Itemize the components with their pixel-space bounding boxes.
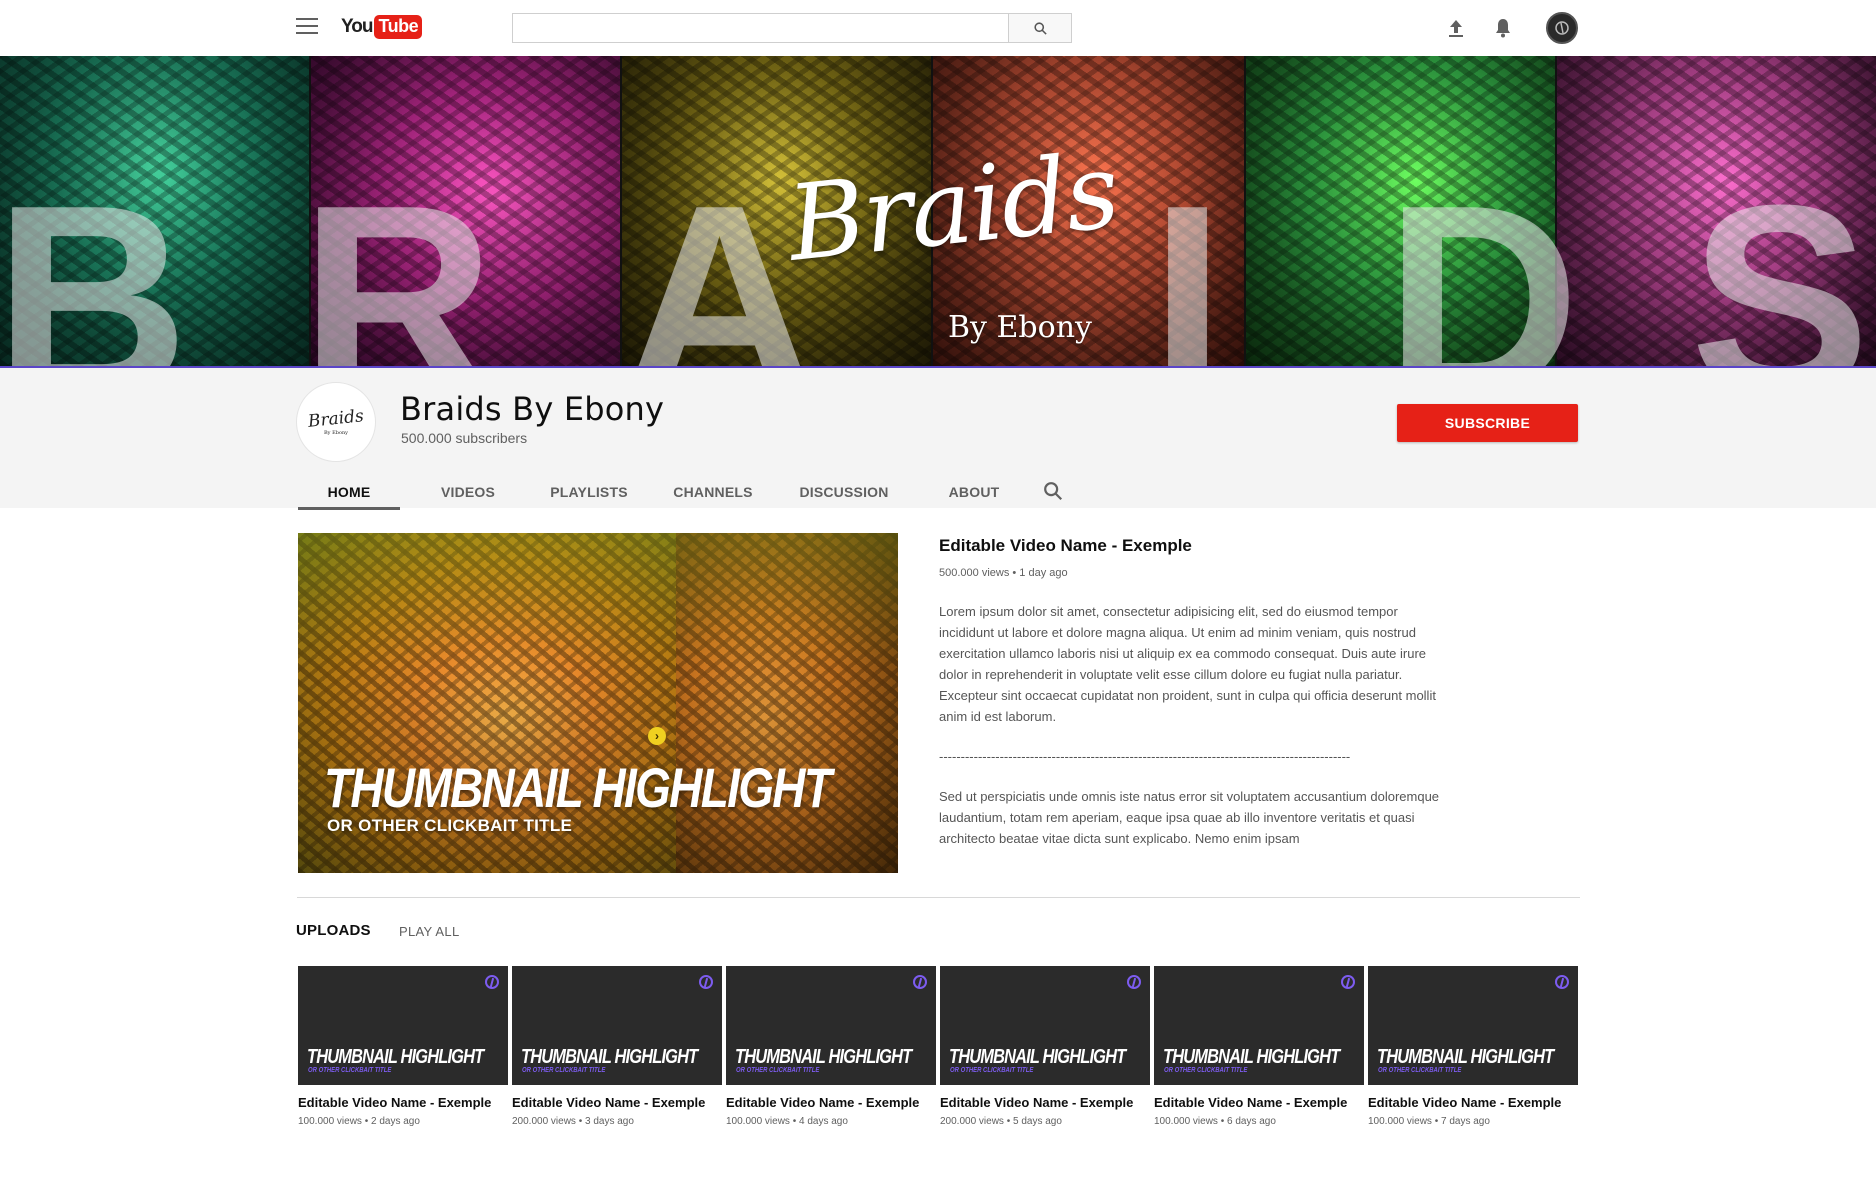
upload-icon[interactable] (1444, 16, 1468, 40)
video-thumbnail[interactable]: THUMBNAIL HIGHLIGHT OR OTHER CLICKBAIT T… (1154, 966, 1364, 1085)
thumbnail-subheadline: OR OTHER CLICKBAIT TITLE (736, 1067, 820, 1074)
video-card[interactable]: THUMBNAIL HIGHLIGHT OR OTHER CLICKBAIT T… (1368, 966, 1578, 1127)
featured-thumb-headline: THUMBNAIL HIGHLIGHT (324, 756, 832, 819)
video-meta: 200.000 views • 3 days ago (512, 1116, 634, 1127)
banner-letter: I (1150, 150, 1226, 367)
search-icon (1033, 21, 1047, 35)
search-button[interactable] (1008, 13, 1072, 43)
featured-video-description: Lorem ipsum dolor sit amet, consectetur … (939, 604, 1436, 724)
video-title[interactable]: Editable Video Name - Exemple (512, 1095, 722, 1110)
featured-thumb-subheadline: OR OTHER CLICKBAIT TITLE (327, 816, 573, 835)
video-thumbnail[interactable]: THUMBNAIL HIGHLIGHT OR OTHER CLICKBAIT T… (1368, 966, 1578, 1085)
video-title[interactable]: Editable Video Name - Exemple (726, 1095, 936, 1110)
featured-video-description-2: Sed ut perspiciatis unde omnis iste natu… (939, 789, 1440, 846)
account-avatar[interactable] (1546, 12, 1578, 44)
banner-letter: R (300, 150, 495, 367)
thumbnail-subheadline: OR OTHER CLICKBAIT TITLE (1378, 1067, 1462, 1074)
banner-letter: B (0, 150, 189, 367)
video-meta: 200.000 views • 5 days ago (940, 1116, 1062, 1127)
video-thumbnail[interactable]: THUMBNAIL HIGHLIGHT OR OTHER CLICKBAIT T… (726, 966, 936, 1085)
video-meta: 100.000 views • 4 days ago (726, 1116, 848, 1127)
video-thumbnail[interactable]: THUMBNAIL HIGHLIGHT OR OTHER CLICKBAIT T… (940, 966, 1150, 1085)
featured-video-info: Editable Video Name - Exemple 500.000 vi… (939, 536, 1449, 849)
thumbnail-headline: THUMBNAIL HIGHLIGHT (307, 1046, 484, 1068)
thumbnail-headline: THUMBNAIL HIGHLIGHT (1163, 1046, 1340, 1068)
brand-mark-icon (1555, 21, 1569, 35)
video-title[interactable]: Editable Video Name - Exemple (298, 1095, 508, 1110)
channel-header: Braids By Ebony Braids By Ebony 500.000 … (0, 366, 1876, 510)
channel-avatar-script: Braids (307, 405, 365, 432)
video-meta: 100.000 views • 6 days ago (1154, 1116, 1276, 1127)
top-bar: You Tube (0, 0, 1876, 56)
video-thumbnail[interactable]: THUMBNAIL HIGHLIGHT OR OTHER CLICKBAIT T… (512, 966, 722, 1085)
video-title[interactable]: Editable Video Name - Exemple (1154, 1095, 1364, 1110)
tab-about[interactable]: ABOUT (924, 472, 1024, 510)
video-meta: 100.000 views • 2 days ago (298, 1116, 420, 1127)
featured-video-meta: 500.000 views • 1 day ago (939, 567, 1068, 579)
video-title[interactable]: Editable Video Name - Exemple (940, 1095, 1150, 1110)
search-input[interactable] (512, 13, 1010, 43)
thumbnail-headline: THUMBNAIL HIGHLIGHT (735, 1046, 912, 1068)
youtube-logo[interactable]: You Tube (341, 15, 423, 39)
banner-wordmark: Braids By Ebony (748, 126, 1148, 345)
subscribe-button[interactable]: SUBSCRIBE (1397, 404, 1578, 442)
uploads-heading[interactable]: UPLOADS (296, 922, 371, 939)
tab-videos[interactable]: VIDEOS (418, 472, 518, 510)
channel-name: Braids By Ebony (400, 390, 665, 428)
tab-channels[interactable]: CHANNELS (658, 472, 768, 510)
thumbnail-subheadline: OR OTHER CLICKBAIT TITLE (308, 1067, 392, 1074)
bell-icon[interactable] (1491, 16, 1515, 40)
tab-home[interactable]: HOME (298, 472, 400, 510)
thumbnail-headline: THUMBNAIL HIGHLIGHT (1377, 1046, 1554, 1068)
brand-mark-icon (1341, 975, 1355, 989)
channel-avatar[interactable]: Braids By Ebony (296, 382, 376, 462)
thumbnail-subheadline: OR OTHER CLICKBAIT TITLE (522, 1067, 606, 1074)
tab-discussion[interactable]: DISCUSSION (784, 472, 904, 510)
video-thumbnail[interactable]: THUMBNAIL HIGHLIGHT OR OTHER CLICKBAIT T… (298, 966, 508, 1085)
description-divider: ----------------------------------------… (939, 749, 1351, 764)
tab-playlists[interactable]: PLAYLISTS (534, 472, 644, 510)
subscriber-count: 500.000 subscribers (401, 430, 528, 446)
thumbnail-subheadline: OR OTHER CLICKBAIT TITLE (1164, 1067, 1248, 1074)
video-card[interactable]: THUMBNAIL HIGHLIGHT OR OTHER CLICKBAIT T… (298, 966, 508, 1127)
thumbnail-headline: THUMBNAIL HIGHLIGHT (949, 1046, 1126, 1068)
featured-video-thumbnail[interactable]: › THUMBNAIL HIGHLIGHT OR OTHER CLICKBAIT… (298, 533, 898, 873)
brand-mark-icon (699, 975, 713, 989)
banner-subtitle: By Ebony (948, 310, 1092, 345)
brand-mark-icon (485, 975, 499, 989)
brand-mark-icon (1555, 975, 1569, 989)
brand-mark-icon (1127, 975, 1141, 989)
video-card[interactable]: THUMBNAIL HIGHLIGHT OR OTHER CLICKBAIT T… (940, 966, 1150, 1127)
banner-script-title: Braids (782, 129, 1123, 285)
play-all-button[interactable]: PLAY ALL (399, 924, 459, 939)
banner-letter: S (1690, 150, 1871, 367)
channel-banner: B R A I D S Braids By Ebony (0, 56, 1876, 366)
logo-you: You (341, 16, 374, 37)
chevron-right-icon: › (648, 727, 666, 745)
video-card[interactable]: THUMBNAIL HIGHLIGHT OR OTHER CLICKBAIT T… (512, 966, 722, 1127)
video-title[interactable]: Editable Video Name - Exemple (1368, 1095, 1578, 1110)
menu-icon[interactable] (296, 18, 318, 36)
banner-letter: D (1385, 150, 1580, 367)
brand-mark-icon (913, 975, 927, 989)
logo-tube: Tube (374, 15, 423, 39)
video-card[interactable]: THUMBNAIL HIGHLIGHT OR OTHER CLICKBAIT T… (1154, 966, 1364, 1127)
channel-avatar-sub: By Ebony (324, 429, 348, 436)
video-card[interactable]: THUMBNAIL HIGHLIGHT OR OTHER CLICKBAIT T… (726, 966, 936, 1127)
video-meta: 100.000 views • 7 days ago (1368, 1116, 1490, 1127)
channel-search-icon[interactable] (1042, 480, 1064, 502)
thumbnail-headline: THUMBNAIL HIGHLIGHT (521, 1046, 698, 1068)
section-divider (297, 897, 1580, 898)
featured-video-title[interactable]: Editable Video Name - Exemple (939, 536, 1449, 556)
thumbnail-subheadline: OR OTHER CLICKBAIT TITLE (950, 1067, 1034, 1074)
